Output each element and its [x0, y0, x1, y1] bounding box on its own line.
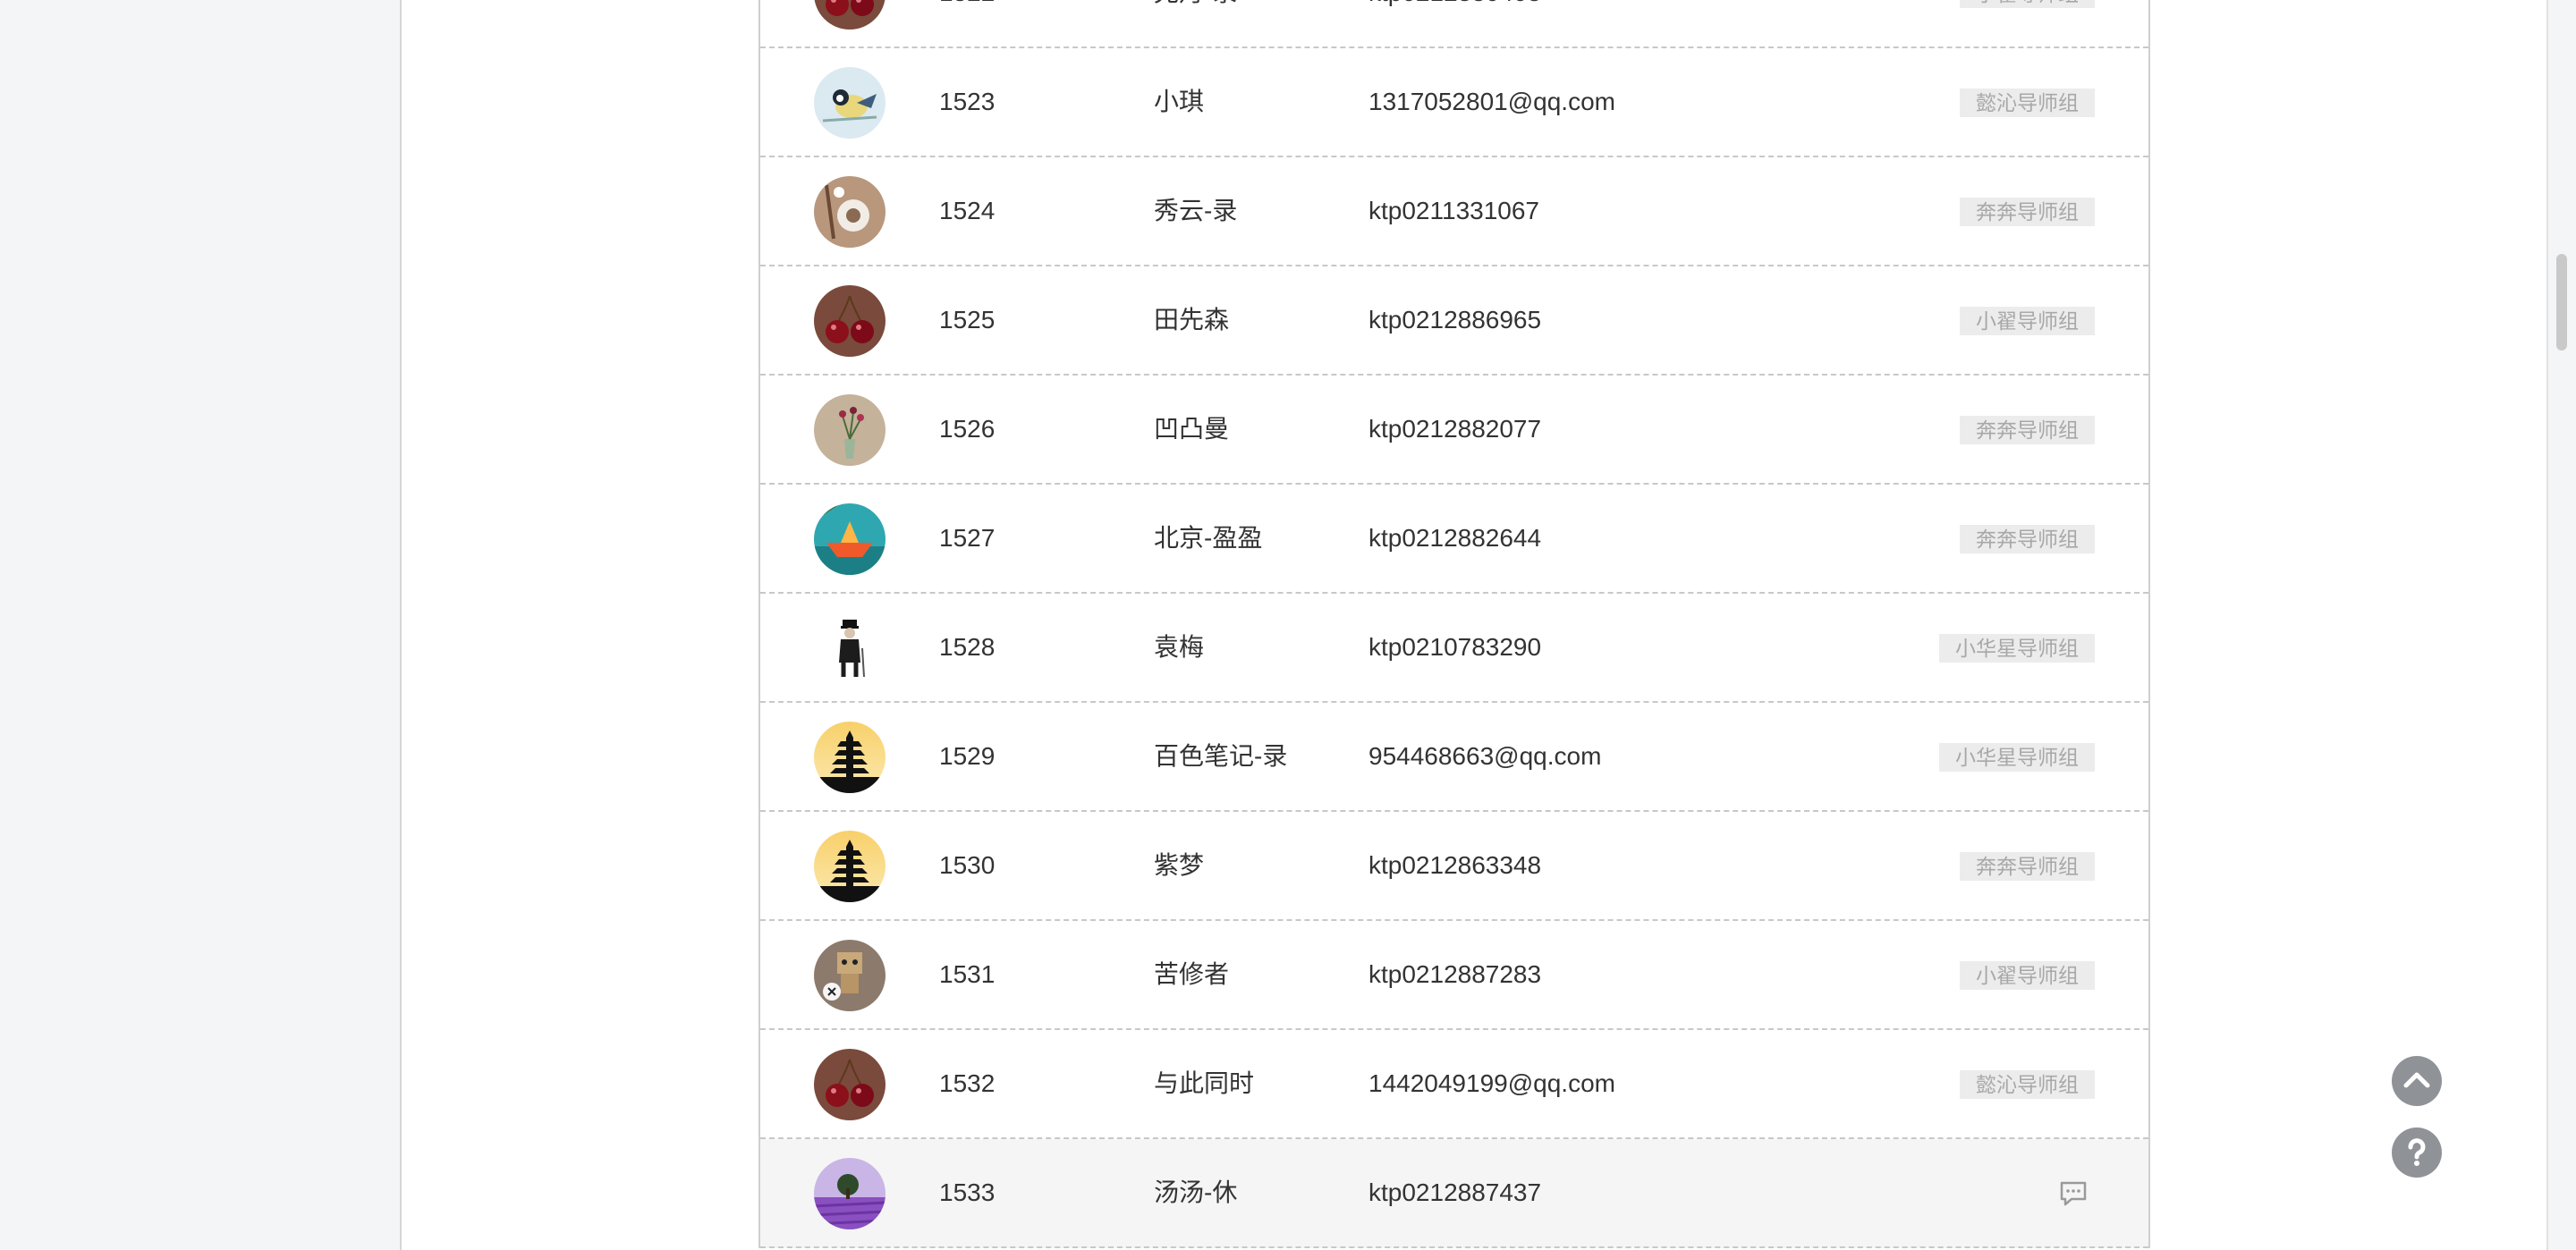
page-background: 1522 允丹-录 ktp0212880403 小翟导师组 1523 小琪 13170528…	[0, 0, 2576, 1250]
member-name: 凹凸曼	[1154, 415, 1230, 443]
table-row[interactable]: 1524 秀云-录 ktp0211331067 奔奔导师组	[760, 157, 2148, 266]
member-id: 1529	[939, 742, 996, 770]
table-row[interactable]: 1529 百色笔记-录 954468663@qq.com 小华星导师组	[760, 703, 2148, 812]
bird-avatar	[814, 67, 886, 139]
group-tag: 小华星导师组	[1939, 634, 2095, 663]
group-tag: 懿沁导师组	[1960, 1070, 2095, 1099]
member-name: 汤汤-休	[1154, 1178, 1238, 1206]
member-account: ktp0212882077	[1368, 415, 1542, 443]
table-row[interactable]: 1526 凹凸曼 ktp0212882077 奔奔导师组	[760, 376, 2148, 485]
member-account: ktp0212887437	[1368, 1178, 1542, 1206]
table-row[interactable]: 1525 田先森 ktp0212886965 小翟导师组	[760, 266, 2148, 376]
table-row[interactable]: 1531 苦修者 ktp0212887283 小翟导师组	[760, 921, 2148, 1030]
ornament-avatar	[814, 176, 886, 248]
member-list: 1522 允丹-录 ktp0212880403 小翟导师组 1523 小琪 13170528…	[758, 0, 2150, 1248]
member-account: ktp0212863348	[1368, 851, 1542, 879]
member-id: 1532	[939, 1069, 996, 1097]
table-row[interactable]: 1527 北京-盈盈 ktp0212882644 奔奔导师组	[760, 485, 2148, 594]
member-account: ktp0212887283	[1368, 960, 1542, 988]
flower-vase-avatar	[814, 394, 886, 466]
danbo-avatar	[814, 940, 886, 1011]
question-icon	[2408, 1138, 2426, 1166]
group-tag: 奔奔导师组	[1960, 416, 2095, 444]
member-name: 苦修者	[1154, 960, 1230, 988]
member-account: ktp0212886965	[1368, 306, 1542, 334]
member-name: 秀云-录	[1154, 197, 1238, 224]
help-button[interactable]	[2392, 1128, 2442, 1178]
group-tag: 小翟导师组	[1960, 961, 2095, 990]
member-account: 1317052801@qq.com	[1368, 88, 1615, 115]
member-account: 1442049199@qq.com	[1368, 1069, 1615, 1097]
member-name: 袁梅	[1154, 633, 1205, 661]
pagoda-avatar	[814, 831, 886, 902]
message-icon[interactable]	[2057, 1178, 2089, 1210]
member-id: 1533	[939, 1178, 996, 1206]
cherry-avatar	[814, 1049, 886, 1120]
table-row[interactable]: 1530 紫梦 ktp0212863348 奔奔导师组	[760, 812, 2148, 921]
member-name: 小琪	[1154, 88, 1205, 115]
member-id: 1527	[939, 524, 996, 552]
member-id: 1526	[939, 415, 996, 443]
member-name: 田先森	[1154, 306, 1230, 334]
paper-boat-avatar	[814, 503, 886, 575]
member-name: 北京-盈盈	[1154, 524, 1263, 552]
group-tag: 奔奔导师组	[1960, 525, 2095, 553]
back-to-top-button[interactable]	[2392, 1056, 2442, 1106]
table-row[interactable]: 1528 袁梅 ktp0210783290 小华星导师组	[760, 594, 2148, 703]
member-id: 1528	[939, 633, 996, 661]
group-tag: 奔奔导师组	[1960, 852, 2095, 881]
table-row[interactable]: 1523 小琪 1317052801@qq.com 懿沁导师组	[760, 48, 2148, 157]
member-account: ktp0212880403	[1368, 0, 1541, 46]
member-account: ktp0212882644	[1368, 524, 1542, 552]
cherry-avatar	[814, 0, 886, 30]
lavender-field-avatar	[814, 1158, 886, 1229]
member-id: 1522	[939, 0, 995, 46]
table-row[interactable]: 1522 允丹-录 ktp0212880403 小翟导师组	[760, 0, 2148, 48]
member-id: 1524	[939, 197, 996, 224]
pagoda-avatar	[814, 722, 886, 793]
cherry-avatar	[814, 285, 886, 357]
table-row[interactable]: 1533 汤汤-休 ktp0212887437	[760, 1139, 2148, 1248]
group-tag: 小华星导师组	[1939, 743, 2095, 772]
group-tag: 奔奔导师组	[1960, 198, 2095, 226]
scrollbar-thumb[interactable]	[2556, 254, 2567, 351]
member-id: 1530	[939, 851, 996, 879]
member-name: 允丹-录	[1154, 0, 1237, 46]
group-tag: 小翟导师组	[1960, 307, 2095, 335]
member-name: 紫梦	[1154, 851, 1205, 879]
chevron-up-icon	[2403, 1072, 2430, 1088]
member-id: 1531	[939, 960, 996, 988]
table-row[interactable]: 1532 与此同时 1442049199@qq.com 懿沁导师组	[760, 1030, 2148, 1139]
member-account: 954468663@qq.com	[1368, 742, 1602, 770]
member-id: 1525	[939, 306, 996, 334]
group-tag: 小翟导师组	[1960, 0, 2095, 8]
member-account: ktp0210783290	[1368, 633, 1542, 661]
group-tag: 懿沁导师组	[1960, 89, 2095, 117]
member-name: 百色笔记-录	[1154, 742, 1288, 770]
member-name: 与此同时	[1154, 1069, 1255, 1097]
member-id: 1523	[939, 88, 996, 115]
chaplin-avatar	[814, 612, 886, 684]
member-account: ktp0211331067	[1368, 197, 1539, 224]
